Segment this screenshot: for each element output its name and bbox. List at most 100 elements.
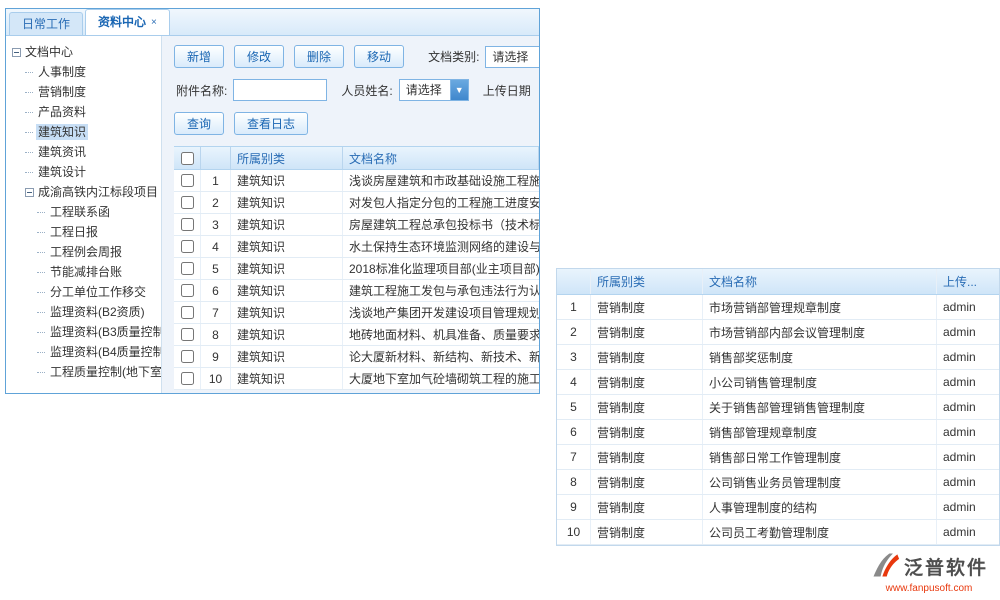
table-row[interactable]: 6 营销制度 销售部管理规章制度 admin <box>557 420 999 445</box>
table-row[interactable]: 4 建筑知识 水土保持生态环境监测网络的建设与资... <box>174 236 539 258</box>
table-row[interactable]: 1 营销制度 市场营销部管理规章制度 admin <box>557 295 999 320</box>
doc-type-select[interactable]: 请选择 ▼ <box>485 46 539 68</box>
select-all-checkbox[interactable] <box>181 152 194 165</box>
row-checkbox[interactable] <box>181 306 194 319</box>
row-number: 9 <box>557 495 591 519</box>
tree-item[interactable]: 节能减排台账 <box>12 262 161 282</box>
attachment-name-label: 附件名称: <box>176 82 227 99</box>
tree-item[interactable]: 产品资料 <box>12 102 161 122</box>
tab-close-icon[interactable]: × <box>151 17 157 28</box>
header-checkbox-cell <box>174 147 201 169</box>
header-category: 所属别类 <box>591 269 703 294</box>
row-checkbox[interactable] <box>181 328 194 341</box>
row-number: 10 <box>201 368 231 389</box>
row-checkbox[interactable] <box>181 372 194 385</box>
row-category: 营销制度 <box>591 445 703 469</box>
row-category: 营销制度 <box>591 520 703 544</box>
delete-button[interactable]: 删除 <box>294 45 344 68</box>
row-number: 2 <box>201 192 231 213</box>
row-checkbox[interactable] <box>181 218 194 231</box>
row-category: 营销制度 <box>591 345 703 369</box>
table-row[interactable]: 2 建筑知识 对发包人指定分包的工程施工进度安排... <box>174 192 539 214</box>
row-number: 9 <box>201 346 231 367</box>
query-button[interactable]: 查询 <box>174 112 224 135</box>
table-row[interactable]: 2 营销制度 市场营销部内部会议管理制度 admin <box>557 320 999 345</box>
table-row[interactable]: 1 建筑知识 浅谈房屋建筑和市政基础设施工程施工... <box>174 170 539 192</box>
tree-item[interactable]: 分工单位工作移交 <box>12 282 161 302</box>
row-checkbox[interactable] <box>181 262 194 275</box>
table-row[interactable]: 8 营销制度 公司销售业务员管理制度 admin <box>557 470 999 495</box>
tree-item[interactable]: 工程日报 <box>12 222 161 242</box>
row-category: 建筑知识 <box>231 192 343 213</box>
table-row[interactable]: 7 建筑知识 浅谈地产集团开发建设项目管理规划编... <box>174 302 539 324</box>
row-checkbox[interactable] <box>181 174 194 187</box>
tree-root[interactable]: 文档中心 <box>12 42 161 62</box>
collapse-icon[interactable] <box>25 188 34 197</box>
tab-data-center[interactable]: 资料中心× <box>85 9 170 35</box>
tree-item[interactable]: 工程例会周报 <box>12 242 161 262</box>
chevron-down-icon[interactable]: ▼ <box>450 80 468 100</box>
table-row[interactable]: 10 建筑知识 大厦地下室加气砼墙砌筑工程的施工方... <box>174 368 539 390</box>
tree-item-label: 建筑知识 <box>36 124 88 140</box>
marketing-docs-table: 所属别类 文档名称 上传... 1 营销制度 市场营销部管理规章制度 admin… <box>556 268 1000 546</box>
table-row[interactable]: 6 建筑知识 建筑工程施工发包与承包违法行为认定... <box>174 280 539 302</box>
row-doc-name: 公司员工考勤管理制度 <box>703 520 937 544</box>
attachment-name-input[interactable] <box>233 79 327 101</box>
document-list-area: 新增 修改 删除 移动 文档类别: 请选择 ▼ 文档 附件名称: 人员姓名: 请… <box>162 36 539 393</box>
tab-daily-work[interactable]: 日常工作 <box>9 12 83 35</box>
table-row[interactable]: 3 营销制度 销售部奖惩制度 admin <box>557 345 999 370</box>
row-category: 建筑知识 <box>231 346 343 367</box>
table-header-row: 所属别类 文档名称 上传... <box>557 269 999 295</box>
row-uploader: admin <box>937 320 999 344</box>
table-row[interactable]: 10 营销制度 公司员工考勤管理制度 admin <box>557 520 999 545</box>
tree-item-label: 监理资料(B2资质) <box>48 304 147 320</box>
row-checkbox[interactable] <box>181 350 194 363</box>
row-category: 营销制度 <box>591 320 703 344</box>
row-category: 建筑知识 <box>231 170 343 191</box>
row-doc-name: 地砖地面材料、机具准备、质量要求及... <box>343 324 539 345</box>
row-number: 7 <box>201 302 231 323</box>
add-button[interactable]: 新增 <box>174 45 224 68</box>
tree-item[interactable]: 监理资料(B4质量控制) <box>12 342 161 362</box>
tree-item[interactable]: 工程联系函 <box>12 202 161 222</box>
row-doc-name: 人事管理制度的结构 <box>703 495 937 519</box>
table-row[interactable]: 5 建筑知识 2018标准化监理项目部(业主项目部)人员... <box>174 258 539 280</box>
row-doc-name: 浅谈地产集团开发建设项目管理规划编... <box>343 302 539 323</box>
tree-item[interactable]: 建筑知识 <box>12 122 161 142</box>
row-number: 8 <box>201 324 231 345</box>
table-row[interactable]: 7 营销制度 销售部日常工作管理制度 admin <box>557 445 999 470</box>
tree-item-label: 工程质量控制(地下室) <box>48 364 161 380</box>
row-checkbox[interactable] <box>181 284 194 297</box>
tree-item[interactable]: 建筑设计 <box>12 162 161 182</box>
table-row[interactable]: 9 营销制度 人事管理制度的结构 admin <box>557 495 999 520</box>
tree-item[interactable]: 监理资料(B2资质) <box>12 302 161 322</box>
table-row[interactable]: 5 营销制度 关于销售部管理销售管理制度 admin <box>557 395 999 420</box>
row-uploader: admin <box>937 495 999 519</box>
tree-item[interactable]: 监理资料(B3质量控制) <box>12 322 161 342</box>
row-checkbox[interactable] <box>181 240 194 253</box>
row-checkbox-cell <box>174 346 201 367</box>
edit-button[interactable]: 修改 <box>234 45 284 68</box>
upload-date-label: 上传日期 <box>483 82 531 99</box>
row-category: 建筑知识 <box>231 280 343 301</box>
row-doc-name: 销售部日常工作管理制度 <box>703 445 937 469</box>
move-button[interactable]: 移动 <box>354 45 404 68</box>
view-log-button[interactable]: 查看日志 <box>234 112 308 135</box>
table-body: 1 营销制度 市场营销部管理规章制度 admin 2 营销制度 市场营销部内部会… <box>557 295 999 545</box>
table-row[interactable]: 4 营销制度 小公司销售管理制度 admin <box>557 370 999 395</box>
toolbar-row-2: 附件名称: 人员姓名: 请选择 ▼ 上传日期 <box>174 79 539 101</box>
row-checkbox[interactable] <box>181 196 194 209</box>
person-name-select[interactable]: 请选择 ▼ <box>399 79 469 101</box>
row-category: 营销制度 <box>591 495 703 519</box>
table-row[interactable]: 3 建筑知识 房屋建筑工程总承包投标书（技术标）... <box>174 214 539 236</box>
tree-item[interactable]: 人事制度 <box>12 62 161 82</box>
tree-item[interactable]: 建筑资讯 <box>12 142 161 162</box>
table-row[interactable]: 8 建筑知识 地砖地面材料、机具准备、质量要求及... <box>174 324 539 346</box>
collapse-icon[interactable] <box>12 48 21 57</box>
tree-item[interactable]: 营销制度 <box>12 82 161 102</box>
table-row[interactable]: 9 建筑知识 论大厦新材料、新结构、新技术、新工... <box>174 346 539 368</box>
tree-item[interactable]: 工程质量控制(地下室) <box>12 362 161 382</box>
documents-table: 所属别类 文档名称 1 建筑知识 浅谈房屋建筑和市政基础设施工程施工... 2 … <box>174 146 539 390</box>
tree-project-root[interactable]: 成渝高铁内江标段项目 <box>12 182 161 202</box>
row-category: 建筑知识 <box>231 302 343 323</box>
